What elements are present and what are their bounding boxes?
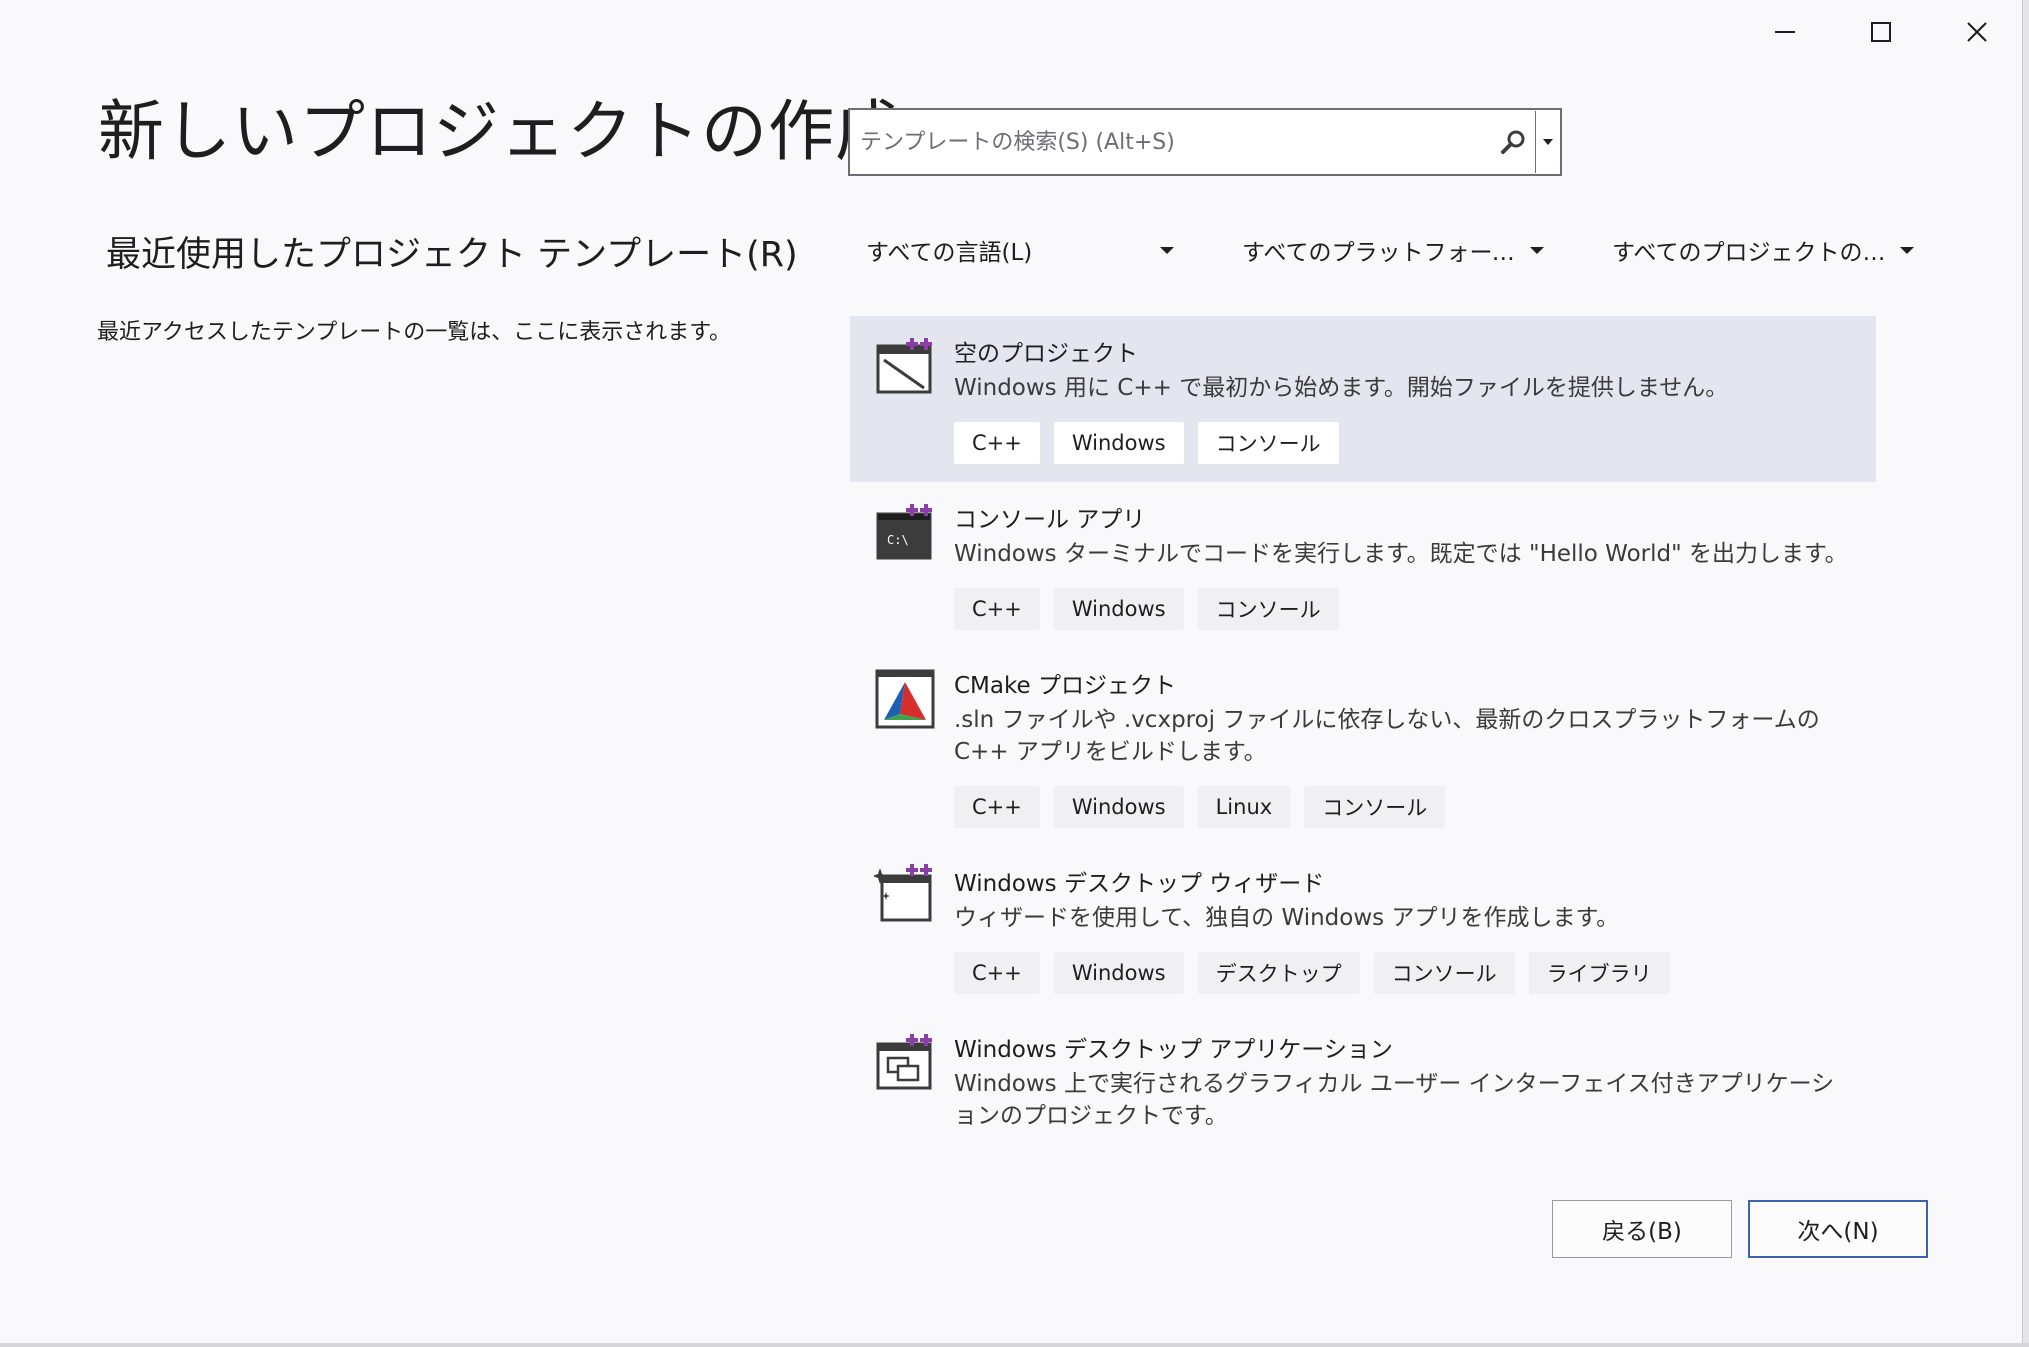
minimize-icon: [1775, 31, 1795, 33]
window-right-edge: [2022, 0, 2029, 1347]
template-description: Windows 用に C++ で最初から始めます。開始ファイルを提供しません。: [954, 375, 1729, 401]
template-item-console-app[interactable]: C:\ コンソール アプリ Windows ターミナルでコードを実行します。既定…: [850, 482, 1876, 648]
template-item-cmake-project[interactable]: CMake プロジェクト .sln ファイルや .vcxproj ファイルに依存…: [850, 648, 1876, 844]
maximize-button[interactable]: [1846, 10, 1916, 54]
template-name: Windows デスクトップ ウィザード: [954, 871, 1325, 897]
tag: C++: [954, 952, 1040, 994]
search-button[interactable]: [1491, 110, 1535, 174]
console-app-icon: C:\: [876, 504, 932, 560]
template-item-empty-project[interactable]: 空のプロジェクト Windows 用に C++ で最初から始めます。開始ファイル…: [850, 316, 1876, 482]
tag: Linux: [1197, 786, 1291, 828]
search-icon: [1501, 130, 1525, 154]
template-item-desktop-application[interactable]: Windows デスクトップ アプリケーション Windows 上で実行されるグ…: [850, 1012, 1876, 1142]
window-bottom-edge: [0, 1343, 2029, 1347]
platform-filter-dropdown[interactable]: すべてのプラットフォーム(P): [1228, 220, 1558, 280]
page-title: 新しいプロジェクトの作成: [98, 93, 902, 170]
next-button[interactable]: 次へ(N): [1748, 1200, 1928, 1258]
back-button[interactable]: 戻る(B): [1552, 1200, 1732, 1258]
search-options-dropdown[interactable]: [1536, 110, 1560, 174]
empty-project-icon: [876, 338, 932, 394]
chevron-down-icon: [1543, 139, 1553, 145]
tag: デスクトップ: [1197, 952, 1360, 994]
tag: C++: [954, 588, 1040, 630]
chevron-down-icon: [1160, 246, 1174, 254]
desktop-application-icon: [876, 1034, 932, 1090]
project-type-filter-label: すべてのプロジェクトの種類...: [1612, 240, 1890, 266]
desktop-wizard-icon: [874, 864, 932, 922]
template-item-desktop-wizard[interactable]: Windows デスクトップ ウィザード ウィザードを使用して、独自の Wind…: [850, 846, 1876, 1012]
chevron-down-icon: [1530, 246, 1544, 254]
template-search-box[interactable]: [848, 108, 1562, 176]
template-name: 空のプロジェクト: [954, 341, 1138, 367]
tag: Windows: [1053, 952, 1184, 994]
tag: ライブラリ: [1528, 952, 1670, 994]
recent-templates-description: 最近アクセスしたテンプレートの一覧は、ここに表示されます。: [97, 320, 732, 345]
tag: C++: [954, 786, 1040, 828]
tag: C++: [954, 422, 1040, 464]
template-tags: C++ Windows コンソール: [954, 422, 1339, 464]
close-button[interactable]: [1942, 10, 2012, 54]
tag: コンソール: [1197, 588, 1339, 630]
tag: コンソール: [1197, 422, 1339, 464]
recent-templates-heading: 最近使用したプロジェクト テンプレート(R): [106, 235, 798, 275]
template-description: ウィザードを使用して、独自の Windows アプリを作成します。: [954, 905, 1620, 931]
close-icon: [1967, 22, 1987, 42]
template-name: CMake プロジェクト: [954, 673, 1176, 699]
template-tags: C++ Windows コンソール: [954, 588, 1339, 630]
tag: Windows: [1053, 786, 1184, 828]
template-description: .sln ファイルや .vcxproj ファイルに依存しない、最新のクロスプラッ…: [954, 707, 1820, 765]
minimize-button[interactable]: [1750, 10, 1820, 54]
template-search-input[interactable]: [850, 110, 1491, 174]
platform-filter-label: すべてのプラットフォーム(P): [1242, 240, 1520, 266]
language-filter-label: すべての言語(L): [866, 240, 1033, 266]
cmake-icon: [875, 669, 935, 729]
chevron-down-icon: [1900, 246, 1914, 254]
tag: Windows: [1053, 422, 1184, 464]
tag: コンソール: [1304, 786, 1446, 828]
template-description: Windows 上で実行されるグラフィカル ユーザー インターフェイス付きアプリ…: [954, 1071, 1835, 1129]
template-name: Windows デスクトップ アプリケーション: [954, 1037, 1393, 1063]
template-name: コンソール アプリ: [954, 507, 1146, 533]
template-tags: C++ Windows デスクトップ コンソール ライブラリ: [954, 952, 1670, 994]
template-description: Windows ターミナルでコードを実行します。既定では "Hello Worl…: [954, 541, 1848, 567]
template-tags: C++ Windows Linux コンソール: [954, 786, 1446, 828]
maximize-icon: [1871, 22, 1891, 42]
tag: Windows: [1053, 588, 1184, 630]
console-prompt-text: C:\: [887, 533, 909, 547]
project-type-filter-dropdown[interactable]: すべてのプロジェクトの種類...: [1598, 220, 1928, 280]
language-filter-dropdown[interactable]: すべての言語(L): [852, 220, 1188, 280]
tag: コンソール: [1373, 952, 1515, 994]
